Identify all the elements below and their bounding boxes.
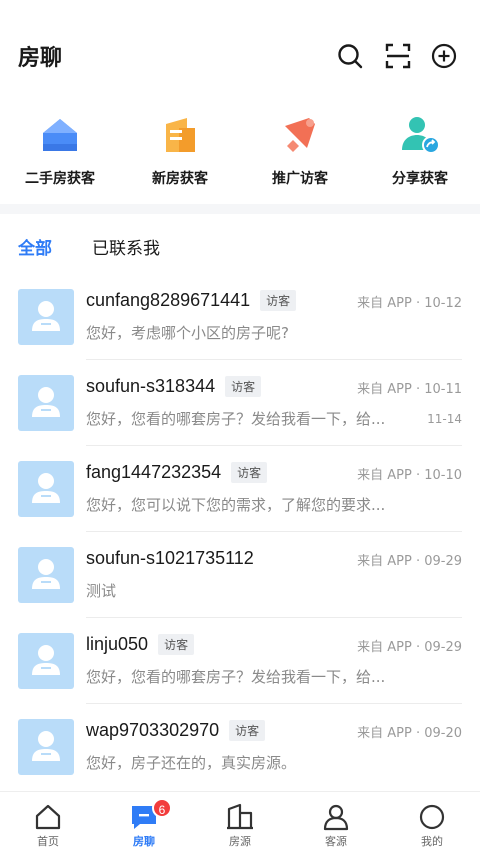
conversation-row[interactable]: linju050 访客 来自 APP · 09-29 您好，您看的哪套房子？发给我…	[0, 618, 480, 704]
quick-action-second-hand[interactable]: 二手房获客	[0, 110, 120, 200]
unread-badge: 6	[152, 798, 172, 818]
nav-home[interactable]: 首页	[0, 792, 96, 853]
home-icon	[34, 803, 62, 831]
contact-name: fang1447232354	[86, 462, 222, 482]
tab-contacted[interactable]: 已联系我	[92, 234, 160, 259]
scan-icon[interactable]	[384, 42, 412, 70]
filter-tabs: 全部 已联系我	[0, 228, 480, 264]
last-message: 您好，房子还在的，真实房源。	[86, 754, 297, 772]
conversation-row[interactable]: soufun-s318344 访客 来自 APP · 10-11 您好，您看的哪套…	[0, 360, 480, 446]
contact-name: wap9703302970	[86, 720, 220, 740]
quick-action-new-house[interactable]: 新房获客	[120, 110, 240, 200]
contact-name: cunfang8289671441	[86, 290, 251, 310]
visitor-tag: 访客	[225, 376, 262, 397]
house-icon	[39, 114, 81, 156]
visitor-tag: 访客	[158, 634, 195, 655]
quick-action-share[interactable]: 分享获客	[360, 110, 480, 200]
nav-chat[interactable]: 6 房聊	[96, 792, 192, 853]
last-message: 您好，您可以说下您的需求，了解您的要求...	[86, 496, 386, 514]
nav-property[interactable]: 房源	[192, 792, 288, 853]
nav-label: 首页	[37, 835, 59, 848]
tab-all[interactable]: 全部	[18, 234, 52, 259]
avatar	[18, 461, 74, 517]
source-date: 来自 APP · 09-20	[357, 726, 462, 741]
nav-client[interactable]: 客源	[288, 792, 384, 853]
visitor-tag: 访客	[260, 290, 297, 311]
header: 房聊	[0, 0, 480, 100]
nav-label: 客源	[325, 835, 347, 848]
page-title: 房聊	[18, 46, 63, 71]
conversation-row[interactable]: fang1447232354 访客 来自 APP · 10-10 您好，您可以说下…	[0, 446, 480, 532]
last-message: 测试	[86, 582, 117, 600]
building-icon	[159, 114, 201, 156]
visitor-tag: 访客	[231, 462, 268, 483]
contact-name: soufun-s318344	[86, 376, 216, 396]
bottom-nav: 首页 6 房聊 房源 客源 我的	[0, 791, 480, 853]
nav-profile[interactable]: 我的	[384, 792, 480, 853]
contact-name: soufun-s1021735112	[86, 548, 254, 568]
client-icon	[322, 803, 350, 831]
nav-label: 房源	[229, 835, 251, 848]
conversation-row[interactable]: wap9703302970 访客 来自 APP · 09-20 您好，房子还在的，…	[0, 704, 480, 790]
quick-action-label: 分享获客	[392, 171, 448, 187]
megaphone-icon	[279, 114, 321, 156]
source-date: 来自 APP · 10-12	[357, 296, 462, 311]
source-date: 来自 APP · 10-11	[357, 382, 462, 397]
quick-action-promote[interactable]: 推广访客	[240, 110, 360, 200]
last-message: 您好，您看的哪套房子？发给我看一下，给...	[86, 668, 386, 686]
last-message: 您好，考虑哪个小区的房子呢?	[86, 324, 289, 342]
conversation-list: cunfang8289671441 访客 来自 APP · 10-12 您好，考虑…	[0, 274, 480, 790]
quick-action-label: 新房获客	[152, 171, 208, 187]
nav-label: 房聊	[133, 835, 155, 848]
conversation-row[interactable]: cunfang8289671441 访客 来自 APP · 10-12 您好，考虑…	[0, 274, 480, 360]
source-date: 来自 APP · 10-10	[357, 468, 462, 483]
message-time: 11-14	[427, 412, 462, 426]
conversation-row[interactable]: soufun-s1021735112 来自 APP · 09-29 测试	[0, 532, 480, 618]
avatar	[18, 719, 74, 775]
quick-action-label: 二手房获客	[25, 171, 95, 187]
avatar	[18, 375, 74, 431]
section-divider	[0, 204, 480, 214]
avatar	[18, 633, 74, 689]
search-icon[interactable]	[336, 42, 364, 70]
profile-icon	[418, 803, 446, 831]
last-message: 您好，您看的哪套房子？发给我看一下，给...	[86, 410, 386, 428]
property-icon	[226, 803, 254, 831]
quick-action-label: 推广访客	[272, 171, 328, 187]
avatar	[18, 547, 74, 603]
share-user-icon	[399, 114, 441, 156]
contact-name: linju050	[86, 634, 149, 654]
quick-actions: 二手房获客 新房获客 推广访客 分享获客	[0, 110, 480, 200]
visitor-tag: 访客	[229, 720, 266, 741]
avatar	[18, 289, 74, 345]
source-date: 来自 APP · 09-29	[357, 554, 462, 569]
source-date: 来自 APP · 09-29	[357, 640, 462, 655]
nav-label: 我的	[421, 835, 443, 848]
add-icon[interactable]	[430, 42, 458, 70]
